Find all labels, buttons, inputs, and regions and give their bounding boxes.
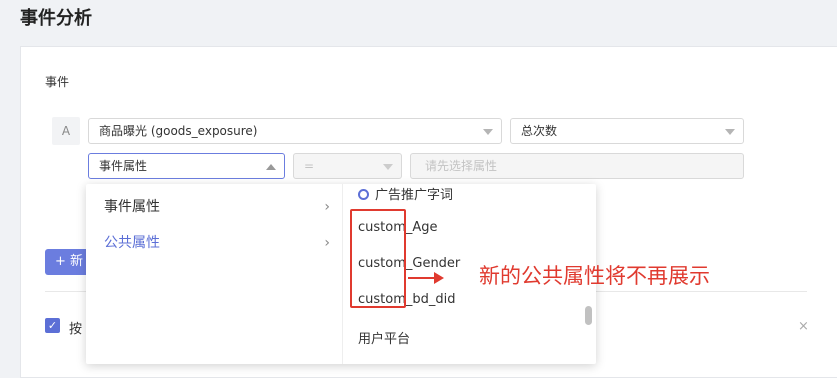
new-event-button-label: 新 bbox=[70, 254, 84, 269]
event-section-label: 事件 bbox=[45, 75, 70, 89]
option-item[interactable]: 用户平台 bbox=[358, 328, 410, 347]
annotation-highlight-box bbox=[350, 209, 406, 308]
group-by-checkbox[interactable]: ✓ bbox=[45, 318, 60, 333]
dropdown-category-list: 事件属性 › 公共属性 › bbox=[86, 184, 343, 364]
option-item[interactable]: 广告推广字词 bbox=[358, 184, 453, 203]
option-label: 广告推广字词 bbox=[375, 188, 454, 203]
caret-down-icon bbox=[725, 129, 735, 135]
caret-down-icon bbox=[483, 129, 493, 135]
event-select[interactable]: 商品曝光 (goods_exposure) bbox=[88, 118, 502, 144]
annotation-text: 新的公共属性将不再展示 bbox=[479, 264, 710, 288]
event-row-badge: A bbox=[52, 117, 80, 145]
close-icon[interactable]: × bbox=[798, 319, 809, 334]
metric-select[interactable]: 总次数 bbox=[510, 118, 744, 144]
operator-select[interactable]: = bbox=[293, 153, 402, 179]
chevron-right-icon: › bbox=[324, 235, 330, 251]
search-icon bbox=[358, 189, 369, 200]
category-label: 事件属性 bbox=[104, 199, 160, 215]
value-select[interactable]: 请先选择属性 bbox=[410, 153, 744, 179]
category-label: 公共属性 bbox=[104, 235, 160, 251]
option-label: 用户平台 bbox=[358, 332, 411, 347]
metric-select-value: 总次数 bbox=[521, 124, 558, 138]
category-item-event-properties[interactable]: 事件属性 › bbox=[86, 189, 342, 225]
value-select-placeholder: 请先选择属性 bbox=[425, 159, 498, 173]
new-event-button[interactable]: + 新 bbox=[45, 249, 91, 275]
property-select-value: 事件属性 bbox=[99, 159, 148, 173]
category-item-common-properties[interactable]: 公共属性 › bbox=[86, 225, 342, 261]
chevron-right-icon: › bbox=[324, 199, 330, 215]
group-by-checkbox-label: 按 bbox=[69, 322, 83, 337]
caret-up-icon bbox=[266, 164, 276, 170]
property-select[interactable]: 事件属性 bbox=[88, 153, 285, 179]
arrow-right-icon bbox=[434, 272, 444, 284]
event-select-value: 商品曝光 (goods_exposure) bbox=[99, 124, 258, 138]
page-title: 事件分析 bbox=[20, 8, 92, 29]
operator-select-value: = bbox=[304, 159, 315, 173]
caret-down-icon bbox=[383, 164, 393, 170]
plus-icon: + bbox=[55, 254, 66, 269]
annotation-arrow-line bbox=[408, 277, 436, 279]
dropdown-scrollbar[interactable] bbox=[585, 306, 592, 325]
